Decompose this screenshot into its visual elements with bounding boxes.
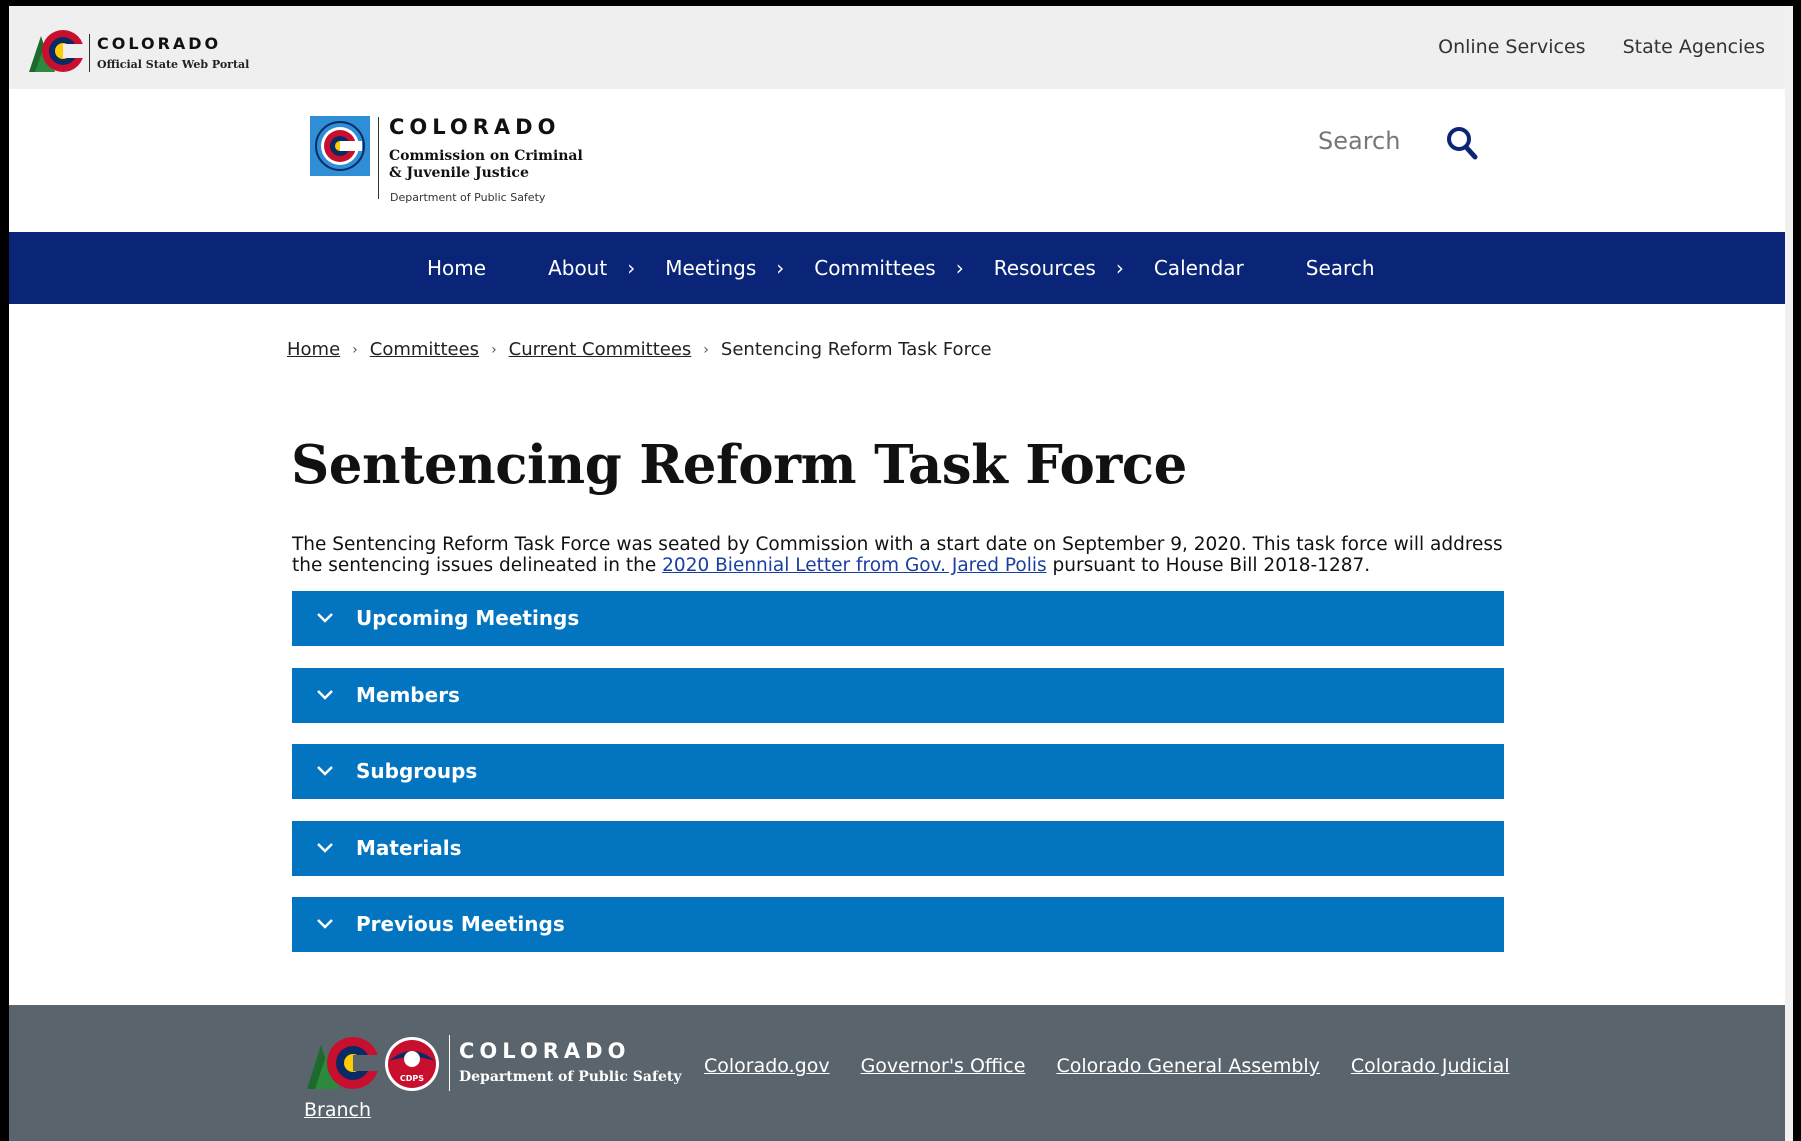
chevron-down-icon (317, 843, 333, 853)
agency-name-line2[interactable]: & Juvenile Justice (389, 165, 529, 181)
accordion-upcoming-meetings[interactable]: Upcoming Meetings (292, 591, 1504, 646)
agency-divider (378, 117, 379, 199)
nav-items: Home About › Meetings › Committees › Res… (427, 232, 1375, 304)
chevron-down-icon (317, 766, 333, 776)
breadcrumb: Home › Committees › Current Committees ›… (287, 339, 992, 360)
chevron-right-icon: › (627, 256, 636, 280)
accordion-members[interactable]: Members (292, 668, 1504, 723)
chevron-down-icon (317, 613, 333, 623)
breadcrumb-committees-link[interactable]: Committees (370, 339, 479, 360)
breadcrumb-current-committees-link[interactable]: Current Committees (509, 339, 692, 360)
nav-item-label: Home (427, 256, 487, 280)
accordion-label: Materials (356, 836, 462, 860)
online-services-link[interactable]: Online Services (1438, 36, 1585, 58)
nav-item-about[interactable]: About › (548, 256, 635, 280)
colorado-gov-link[interactable]: Colorado.gov (704, 1055, 830, 1077)
nav-item-calendar[interactable]: Calendar (1154, 256, 1244, 280)
nav-item-label: Search (1305, 256, 1375, 280)
chevron-down-icon (317, 919, 333, 929)
chevron-right-icon: › (955, 256, 964, 280)
ccjj-logo-icon[interactable] (310, 116, 370, 176)
scrollbar[interactable] (1784, 6, 1793, 1141)
breadcrumb-home-link[interactable]: Home (287, 339, 340, 360)
chevron-right-icon: › (776, 256, 785, 280)
nav-item-label: Meetings (665, 256, 757, 280)
nav-item-meetings[interactable]: Meetings › (665, 256, 784, 280)
breadcrumb-separator-icon: › (491, 341, 497, 358)
breadcrumb-separator-icon: › (352, 341, 358, 358)
nav-item-label: Resources (993, 256, 1096, 280)
nav-item-label: Calendar (1153, 256, 1244, 280)
site-footer: CDPS COLORADO Department of Public Safet… (9, 1005, 1785, 1141)
breadcrumb-current: Sentencing Reform Task Force (720, 339, 992, 360)
site-header: COLORADO Commission on Criminal & Juveni… (9, 89, 1785, 232)
colorado-c-logo-icon[interactable] (27, 28, 87, 74)
agency-department: Department of Public Safety (390, 191, 546, 204)
intro-paragraph: The Sentencing Reform Task Force was sea… (292, 534, 1522, 576)
header-search-input[interactable]: Search (1318, 127, 1400, 155)
main-nav: Home About › Meetings › Committees › Res… (9, 232, 1785, 304)
colorado-judicial-link[interactable]: Colorado Judicial (1351, 1055, 1510, 1077)
accordion-subgroups[interactable]: Subgroups (292, 744, 1504, 799)
nav-item-committees[interactable]: Committees › (814, 256, 963, 280)
state-agencies-link[interactable]: State Agencies (1623, 36, 1765, 58)
judicial-branch-link[interactable]: Branch (304, 1099, 371, 1121)
portal-links: Online Services State Agencies (1438, 36, 1765, 58)
governors-office-link[interactable]: Governor's Office (861, 1055, 1026, 1077)
accordion-label: Subgroups (356, 759, 478, 783)
chevron-down-icon (317, 690, 333, 700)
nav-item-label: About (548, 256, 608, 280)
biennial-letter-link[interactable]: 2020 Biennial Letter from Gov. Jared Pol… (662, 555, 1046, 576)
page-title: Sentencing Reform Task Force (291, 434, 1187, 496)
accordion-label: Previous Meetings (356, 912, 565, 936)
nav-item-search[interactable]: Search (1306, 256, 1375, 280)
general-assembly-link[interactable]: Colorado General Assembly (1056, 1055, 1319, 1077)
nav-item-home[interactable]: Home (427, 256, 486, 280)
page: COLORADO Official State Web Portal Onlin… (9, 6, 1785, 1141)
footer-links: Colorado.gov Governor's Office Colorado … (704, 1055, 1510, 1077)
nav-item-resources[interactable]: Resources › (994, 256, 1124, 280)
portal-divider (89, 34, 90, 72)
colorado-c-logo-icon[interactable] (305, 1035, 383, 1091)
accordion-label: Upcoming Meetings (356, 606, 580, 630)
agency-title[interactable]: COLORADO (389, 115, 560, 139)
footer-subtitle[interactable]: Department of Public Safety (459, 1069, 681, 1085)
accordion-label: Members (356, 683, 460, 707)
portal-title[interactable]: COLORADO (97, 34, 221, 53)
agency-name-line1[interactable]: Commission on Criminal (389, 148, 583, 164)
portal-bar: COLORADO Official State Web Portal Onlin… (9, 6, 1785, 89)
intro-text-end: pursuant to House Bill 2018-1287. (1046, 555, 1371, 576)
chevron-right-icon: › (1115, 256, 1124, 280)
portal-subtitle: Official State Web Portal (97, 58, 250, 71)
accordion-materials[interactable]: Materials (292, 821, 1504, 876)
search-icon[interactable] (1446, 126, 1478, 160)
cdps-badge-text: CDPS (400, 1074, 424, 1083)
breadcrumb-separator-icon: › (703, 341, 709, 358)
accordion-previous-meetings[interactable]: Previous Meetings (292, 897, 1504, 952)
cdps-badge-icon[interactable]: CDPS (383, 1035, 441, 1093)
footer-divider (449, 1035, 450, 1091)
nav-item-label: Committees (814, 256, 936, 280)
footer-title[interactable]: COLORADO (459, 1039, 630, 1063)
